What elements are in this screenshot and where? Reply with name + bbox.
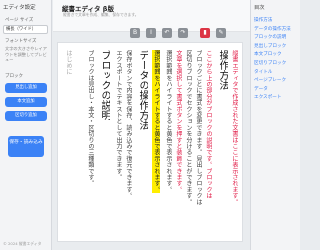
toc-item[interactable]: データの操作方法 xyxy=(254,26,297,35)
editor-text-col-5: 区切りブロックでセクションを分けることができます。 xyxy=(185,50,192,205)
app-window: エディタ設定 ページ サイズ 横長（ワイド） フォントサイズ 文字の大きさやレイ… xyxy=(0,0,300,250)
toc-item[interactable]: 見出しブロック xyxy=(254,43,297,52)
toc-item[interactable]: タイトル xyxy=(254,69,297,78)
editor-text-col-10: エクスポートでテキストとして出力できます。 xyxy=(115,50,122,181)
font-size-desc: 文字の大きさやレイアウトを調整してプレビュー xyxy=(5,46,47,62)
toc-item[interactable]: データ xyxy=(254,86,297,95)
toc-item[interactable]: 区切りブロック xyxy=(254,60,297,69)
editor-text-col-7: 選択範囲をハイライトすると黄色で表示されます。 xyxy=(165,50,172,193)
add-heading-button[interactable]: 見出し追加 xyxy=(5,82,47,93)
vertical-editor[interactable]: 縦書エディタで作成された文書はここに表示されます。 操作方法 ここから上の部分が… xyxy=(57,42,243,242)
editor-text-col-6: 文章を選択して書式ボタンを押すと装飾できます。 xyxy=(175,50,182,193)
settings-title: エディタ設定 xyxy=(3,5,36,11)
bold-icon[interactable]: B xyxy=(130,28,140,38)
delete-icon[interactable]: ▮ xyxy=(200,28,210,38)
right-sidebar: 目次 操作方法 データの操作方法 ブロックの説明 見出しブロック 本文ブロック … xyxy=(250,0,300,250)
heading-data-operation: データの操作方法 xyxy=(137,50,148,130)
left-sidebar: エディタ設定 ページ サイズ 横長（ワイド） フォントサイズ 文字の大きさやレイ… xyxy=(0,0,52,250)
add-body-button[interactable]: 本文追加 xyxy=(5,96,47,107)
undo-icon[interactable]: ↶ xyxy=(162,28,172,38)
heading-block-desc: ブロックの説明 xyxy=(99,50,110,120)
editor-text-col-1: 縦書エディタで作成された文書はここに表示されます。 xyxy=(231,50,238,205)
italic-icon[interactable]: I xyxy=(146,28,156,38)
editor-cover-text: はじめに xyxy=(65,50,72,75)
font-size-label: フォントサイズ xyxy=(5,39,37,44)
editor-text-col-9: 保存ボタンで内容を保存、読み込みで復元できます。 xyxy=(125,50,132,199)
page-size-label: ページ サイズ xyxy=(5,18,34,23)
editor-text-col-4: ブロックごとに書式を変更できます。見出しブロックは xyxy=(195,50,202,205)
toc-item[interactable]: 操作方法 xyxy=(254,17,297,26)
toc-item[interactable]: ページブレーク xyxy=(254,77,297,86)
pen-icon[interactable]: ✎ xyxy=(216,28,226,38)
toc-item[interactable]: エクスポート xyxy=(254,94,297,103)
toc-item[interactable]: 本文ブロック xyxy=(254,51,297,60)
page-size-select[interactable]: 横長（ワイド） xyxy=(3,25,48,34)
block-label: ブロック xyxy=(5,73,23,79)
save-load-button[interactable]: 保存・読み込み xyxy=(8,135,44,157)
header: 縦書エディタ β版 縦書きで文章を作成、編集、保存できます。 B I ↶ ↷ ▮… xyxy=(53,0,250,38)
editor-text-col-12: ブロックは見出し・本文・区切りの三種類です。 xyxy=(87,50,94,187)
heading-operation: 操作方法 xyxy=(217,50,228,90)
highlighted-text: 選択範囲をハイライトすると黄色で表示されます。 xyxy=(152,50,160,193)
toc-item[interactable]: ブロックの説明 xyxy=(254,34,297,43)
toc-title: 目次 xyxy=(254,5,265,11)
app-subtitle: 縦書きで文章を作成、編集、保存できます。 xyxy=(63,12,139,17)
editor-text-col-3: ここから上の部分がブロックの説明です。ブロックは xyxy=(205,50,212,199)
add-divider-button[interactable]: 区切り追加 xyxy=(5,110,47,121)
redo-icon[interactable]: ↷ xyxy=(178,28,188,38)
footer-text: © 2024 縦書エディタ xyxy=(3,241,42,246)
